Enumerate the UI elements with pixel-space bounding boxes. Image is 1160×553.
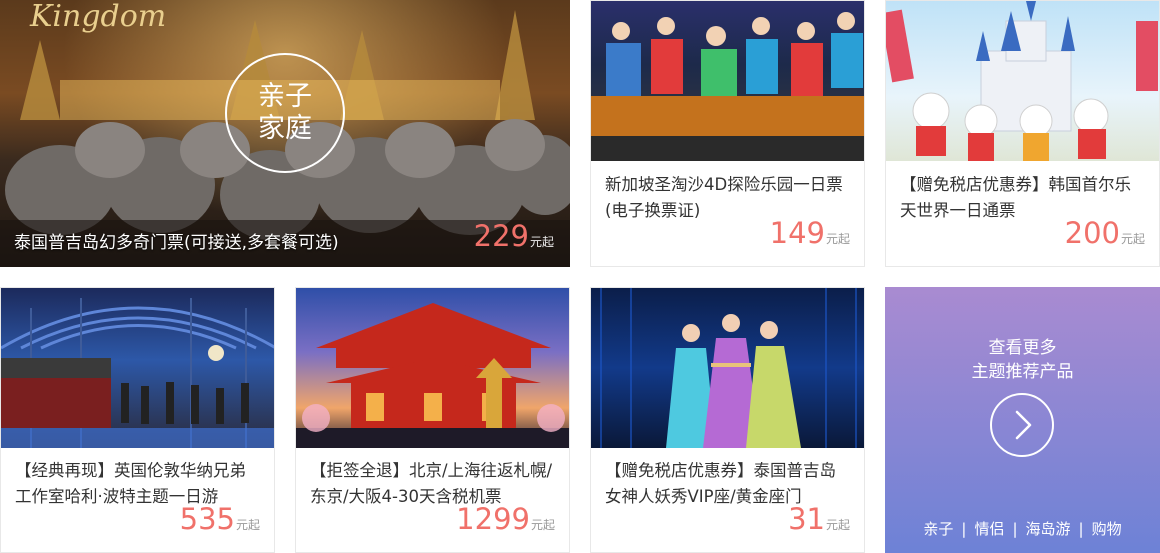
theme-tags: 亲子 | 情侣 | 海岛游 | 购物: [885, 519, 1160, 539]
family-badge: 亲子 家庭: [225, 53, 345, 173]
japan-temple-image: [296, 288, 569, 448]
product-price: 229元起: [474, 221, 554, 257]
price-value: 229: [473, 219, 529, 253]
product-card-sentosa-4d[interactable]: 新加坡圣淘沙4D探险乐园一日票(电子换票证) 149元起: [590, 0, 865, 267]
tag-separator: |: [1078, 520, 1084, 538]
product-card-harry-potter[interactable]: 【经典再现】英国伦敦华纳兄弟工作室哈利·波特主题一日游 535元起: [0, 287, 275, 553]
price-value: 200: [1064, 216, 1120, 250]
show-performers-image: [591, 288, 864, 448]
tag-separator: |: [1012, 520, 1018, 538]
product-price: 200元起: [1065, 218, 1145, 254]
chevron-right-icon[interactable]: [990, 393, 1054, 457]
lotte-world-image: [886, 1, 1159, 161]
price-unit: 元起: [529, 235, 554, 249]
product-title[interactable]: 泰国普吉岛幻多奇门票(可接送,多套餐可选): [14, 231, 339, 255]
tag-shopping[interactable]: 购物: [1092, 520, 1122, 538]
badge-line2: 家庭: [258, 113, 312, 144]
price-value: 535: [179, 502, 235, 536]
product-price: 1299元起: [456, 504, 555, 540]
badge-line1: 亲子: [258, 81, 312, 112]
price-unit: 元起: [530, 518, 555, 532]
price-value: 149: [769, 216, 825, 250]
harry-potter-station-image: [1, 288, 274, 448]
price-unit: 元起: [825, 518, 850, 532]
see-more-line1: 查看更多: [988, 338, 1057, 358]
tag-island[interactable]: 海岛游: [1026, 520, 1071, 538]
price-value: 1299: [456, 502, 530, 536]
see-more-panel[interactable]: 查看更多 主题推荐产品 亲子 | 情侣 | 海岛游 | 购物: [885, 287, 1160, 553]
product-price: 535元起: [180, 504, 260, 540]
product-price: 31元起: [788, 504, 850, 540]
product-price: 149元起: [770, 218, 850, 254]
tag-family[interactable]: 亲子: [923, 520, 953, 538]
price-unit: 元起: [825, 232, 850, 246]
tag-couple[interactable]: 情侣: [974, 520, 1004, 538]
kingdom-logo: Kingdom: [30, 0, 167, 34]
product-card-japan-flights[interactable]: 【拒签全退】北京/上海往返札幌/东京/大阪4-30天含税机票 1299元起: [295, 287, 570, 553]
price-value: 31: [788, 502, 825, 536]
product-card-thailand-fantasea[interactable]: Kingdom 亲子 家庭 泰国普吉岛幻多奇门票(可接送,多套餐可选) 229元…: [0, 0, 570, 267]
tag-separator: |: [961, 520, 967, 538]
see-more-line2: 主题推荐产品: [971, 362, 1074, 382]
price-unit: 元起: [235, 518, 260, 532]
product-card-lotte-world[interactable]: 【赠免税店优惠券】韩国首尔乐天世界一日通票 200元起: [885, 0, 1160, 267]
4d-ride-image: [591, 1, 864, 161]
price-unit: 元起: [1120, 232, 1145, 246]
product-card-ladyboy-show[interactable]: 【赠免税店优惠券】泰国普吉岛女神人妖秀VIP座/黄金座门 31元起: [590, 287, 865, 553]
